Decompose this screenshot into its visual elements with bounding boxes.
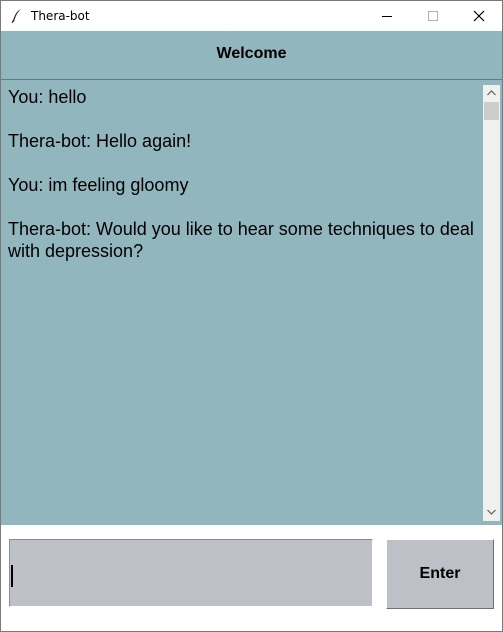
- close-button[interactable]: [456, 1, 502, 31]
- chat-log[interactable]: You: hello Thera-bot: Hello again! You: …: [1, 80, 502, 525]
- chat-scrollbar[interactable]: [483, 85, 500, 521]
- scroll-up-button[interactable]: [483, 85, 500, 102]
- minimize-icon: [382, 16, 392, 17]
- header-bar: Welcome: [1, 31, 502, 80]
- feather-icon: [11, 9, 21, 24]
- app-window: Thera-bot Welcome You: hello Thera-bot: …: [0, 0, 503, 632]
- chat-message: Thera-bot: Hello again!: [8, 131, 192, 151]
- window-title: Thera-bot: [31, 9, 90, 23]
- enter-button[interactable]: Enter: [386, 539, 494, 609]
- chat-message: Thera-bot: Would you like to hear some t…: [8, 219, 479, 261]
- maximize-icon: [428, 11, 438, 21]
- title-bar[interactable]: Thera-bot: [1, 1, 502, 31]
- scroll-down-button[interactable]: [483, 504, 500, 521]
- chat-text: You: hello Thera-bot: Hello again! You: …: [8, 86, 478, 284]
- close-icon: [473, 10, 485, 22]
- input-area: Enter: [1, 525, 502, 631]
- chevron-down-icon: [487, 509, 496, 515]
- text-cursor: [11, 565, 13, 587]
- scroll-thumb[interactable]: [484, 102, 499, 120]
- message-input[interactable]: [9, 539, 373, 607]
- chat-message: You: hello: [8, 87, 87, 107]
- maximize-button[interactable]: [410, 1, 456, 31]
- minimize-button[interactable]: [364, 1, 410, 31]
- chevron-up-icon: [487, 90, 496, 96]
- header-title: Welcome: [216, 45, 287, 62]
- chat-message: You: im feeling gloomy: [8, 175, 189, 195]
